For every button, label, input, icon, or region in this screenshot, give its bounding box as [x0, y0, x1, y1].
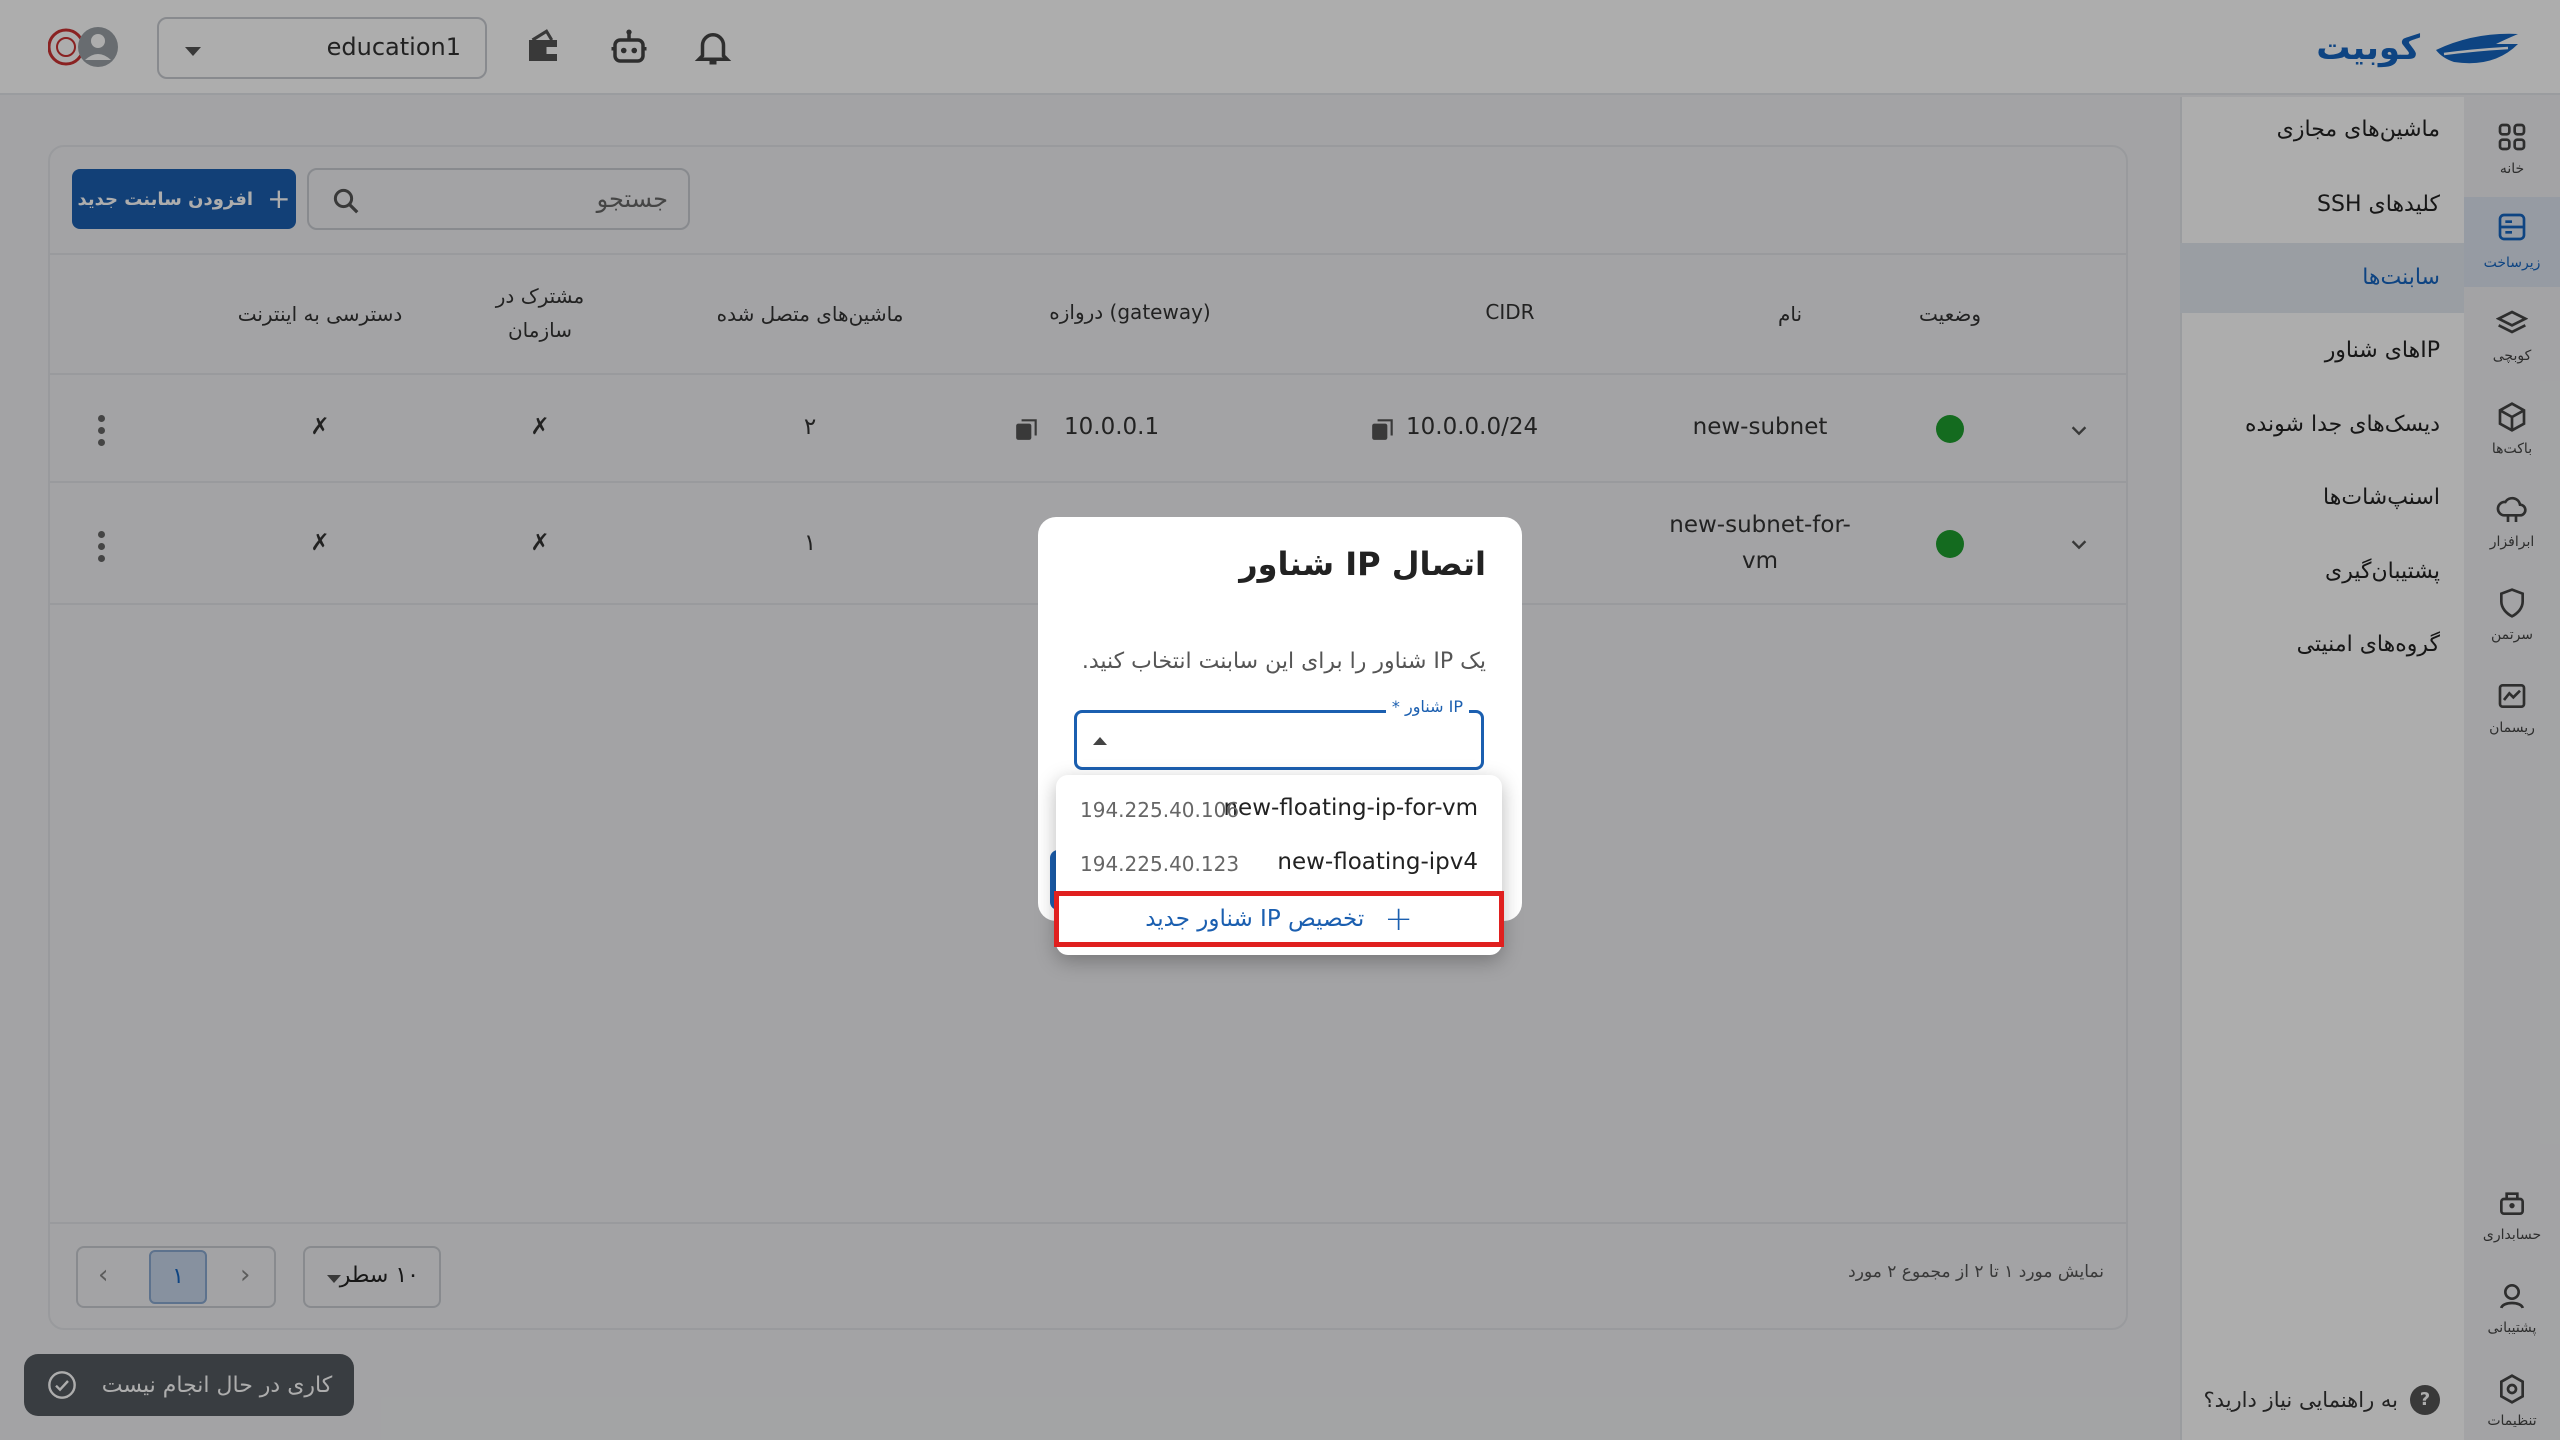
- dialog-title: اتصال IP شناور: [1239, 545, 1486, 583]
- dropdown-option[interactable]: new-floating-ipv4 194.225.40.123: [1056, 837, 1502, 891]
- plus-icon: +: [1384, 899, 1413, 939]
- allocate-floating-ip-button[interactable]: + تخصیص IP شناور جدید: [1054, 891, 1504, 947]
- field-label: IP شناور *: [1385, 697, 1469, 716]
- dialog-description: یک IP شناور را برای این سابنت انتخاب کنی…: [1081, 649, 1486, 674]
- dropdown-option[interactable]: new-floating-ip-for-vm 194.225.40.106: [1056, 783, 1502, 837]
- chevron-up-icon: [1093, 737, 1107, 745]
- floating-ip-select[interactable]: IP شناور *: [1074, 697, 1484, 770]
